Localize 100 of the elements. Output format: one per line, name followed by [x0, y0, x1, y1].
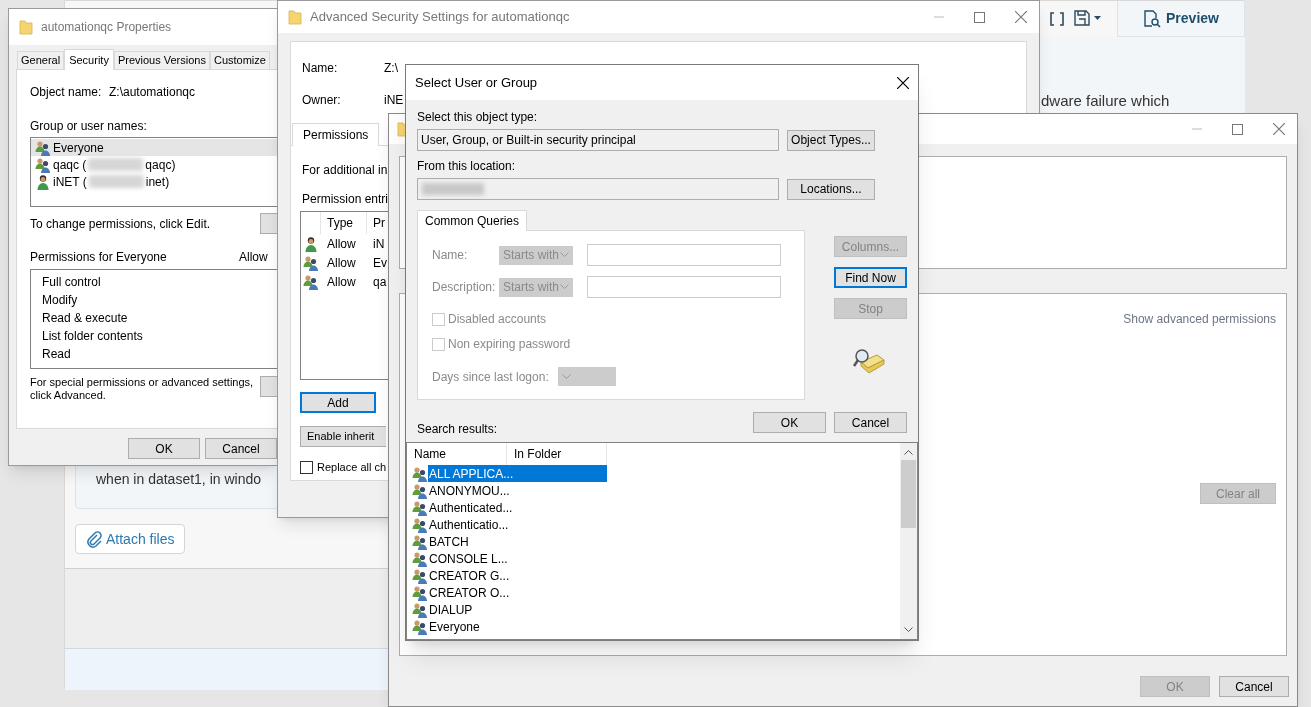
result-item[interactable]: Authenticated...	[428, 499, 607, 516]
permission-name: Modify	[41, 292, 79, 309]
magnifier-folder-icon	[853, 348, 885, 374]
checkbox-label: Disabled accounts	[448, 311, 547, 328]
dialog-button[interactable]: Cancel	[1219, 676, 1289, 697]
field-label: Description:	[432, 279, 497, 296]
users-icon	[412, 618, 428, 635]
field-label: Days since last logon:	[432, 368, 550, 386]
close-icon[interactable]	[897, 76, 909, 89]
result-item[interactable]: CONSOLE L...	[428, 550, 607, 567]
column-header: Allow	[239, 249, 268, 266]
save-icon[interactable]	[1074, 10, 1102, 26]
field-label: Object name:	[30, 84, 103, 101]
permission-name: Full control	[41, 274, 102, 291]
users-icon	[412, 516, 428, 533]
name-tail: inet)	[145, 173, 170, 191]
users-icon	[412, 567, 428, 584]
section-label: Search results:	[417, 421, 498, 438]
preview-tab[interactable]: Preview	[1117, 1, 1245, 37]
result-item[interactable]: ALL APPLICA...	[428, 465, 607, 482]
field-label: Name:	[432, 247, 469, 264]
result-item[interactable]: CREATOR G...	[428, 567, 607, 584]
partially-hidden-button[interactable]	[260, 376, 278, 397]
comment-text: when in dataset1, in windo	[96, 470, 261, 489]
dialog-button[interactable]: Cancel	[205, 438, 277, 459]
result-item[interactable]: Everyone	[428, 618, 607, 635]
dialog-button[interactable]: OK	[128, 438, 200, 459]
scrollbar[interactable]	[900, 443, 917, 639]
window-title: Advanced Security Settings for automationqc	[310, 8, 570, 27]
tab[interactable]: General	[17, 51, 65, 69]
field-label: Owner:	[302, 92, 342, 109]
document-search-icon	[1143, 9, 1162, 28]
window-title: Select User or Group	[415, 73, 538, 92]
users-icon	[35, 156, 51, 173]
object-types-button[interactable]: Object Types...	[787, 129, 875, 151]
hint-text: For special permissions or advanced settings, click Advanced.	[30, 376, 255, 402]
chevron-down-icon	[560, 284, 569, 290]
section-label: Permission entri	[302, 191, 389, 208]
field-label: Name:	[302, 60, 339, 77]
list-item[interactable]: Everyone	[31, 139, 278, 156]
hint-text: To change permissions, click Edit.	[30, 216, 212, 233]
attach-files-button[interactable]: Attach files	[75, 524, 186, 554]
tab[interactable]: Common Queries	[417, 210, 528, 231]
brackets-icon[interactable]	[1049, 11, 1065, 27]
paperclip-icon	[86, 530, 102, 548]
redacted-block	[422, 183, 484, 195]
list-label: Permissions for Everyone	[30, 249, 168, 266]
tab[interactable]: Customize	[209, 51, 270, 69]
table-cell-text: Allow	[326, 235, 357, 253]
table-cell-text: qa	[372, 273, 387, 291]
result-item[interactable]: DIALUP	[428, 601, 607, 618]
table-cell-text: iN	[372, 235, 385, 253]
locations-button[interactable]: Locations...	[787, 178, 875, 200]
partially-hidden-button[interactable]	[260, 213, 278, 234]
users-icon	[412, 465, 428, 482]
field-value: Z:\	[384, 60, 398, 77]
enable-inheritance-button[interactable]: Enable inherit	[300, 426, 386, 447]
result-item[interactable]: BATCH	[428, 533, 607, 550]
redacted-block	[88, 175, 144, 188]
result-item[interactable]: Authenticatio...	[428, 516, 607, 533]
permission-name: List folder contents	[41, 328, 144, 345]
tab[interactable]: Security	[64, 49, 114, 70]
checkbox-label: Replace all ch	[317, 460, 387, 475]
checkbox[interactable]	[300, 460, 313, 474]
folder-icon	[19, 19, 33, 35]
dialog-button[interactable]: OK	[753, 412, 826, 433]
show-advanced-permissions-link[interactable]: Show advanced permissions	[1123, 310, 1276, 328]
maximize-icon[interactable]	[1232, 123, 1243, 135]
scroll-up-icon[interactable]	[904, 449, 913, 455]
permission-name: Read & execute	[41, 310, 129, 327]
users-icon	[35, 139, 51, 156]
users-icon	[412, 499, 428, 516]
list-item[interactable]: iNET ( inet)	[31, 173, 278, 190]
users-icon	[412, 584, 428, 601]
chevron-down-icon	[562, 373, 571, 380]
add-button[interactable]: Add	[300, 392, 376, 413]
scroll-down-icon[interactable]	[904, 627, 913, 633]
description-text: dware failure which	[1041, 91, 1170, 111]
column-header: Pr	[372, 215, 385, 232]
tab[interactable]: Permissions	[292, 123, 380, 146]
users-icon	[412, 550, 428, 567]
users-icon	[412, 601, 428, 618]
field-value: iNE	[384, 92, 404, 109]
result-item[interactable]: ANONYMOU...	[428, 482, 607, 499]
user-icon	[35, 173, 51, 190]
name-tail: qaqc)	[145, 156, 176, 174]
table-cell-text: Ev	[372, 254, 387, 272]
folder-icon	[288, 9, 302, 25]
dialog-button[interactable]: Cancel	[834, 412, 907, 433]
tab[interactable]: Previous Versions	[113, 51, 210, 69]
users-icon	[412, 482, 428, 499]
users-icon	[412, 533, 428, 550]
result-item[interactable]: CREATOR O...	[428, 584, 607, 601]
query-button[interactable]: Find Now	[834, 267, 907, 288]
maximize-icon[interactable]	[974, 11, 985, 23]
chevron-down-icon	[560, 252, 569, 258]
list-item[interactable]: qaqc ( qaqc)	[31, 156, 278, 173]
checkbox-label: Non expiring password	[448, 336, 571, 353]
field-label: Select this object type:	[416, 109, 539, 126]
scrollbar-thumb[interactable]	[901, 460, 916, 528]
